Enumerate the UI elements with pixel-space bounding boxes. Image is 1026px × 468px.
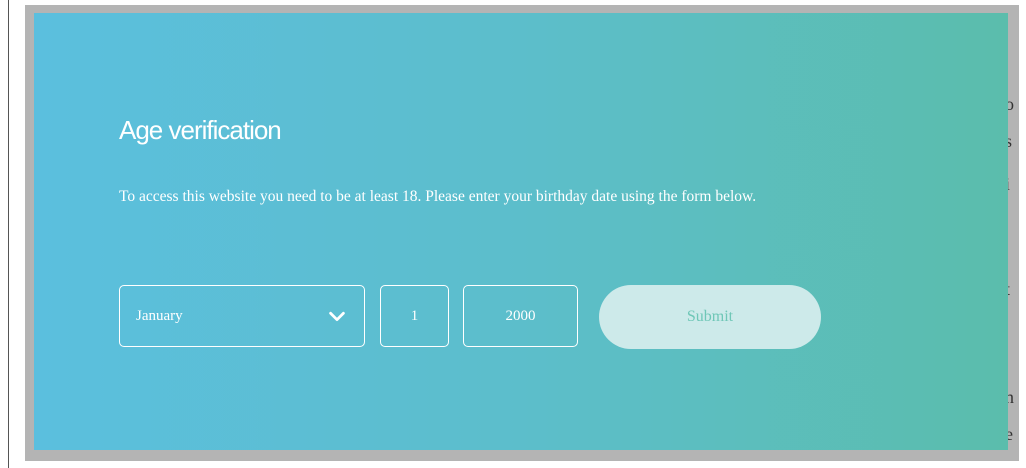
modal-title: Age verification [119, 115, 282, 145]
age-verification-modal: Age verification To access this website … [34, 13, 1008, 450]
modal-description: To access this website you need to be at… [119, 188, 757, 205]
month-select[interactable]: January [119, 285, 365, 347]
year-input[interactable]: 2000 [463, 285, 578, 347]
page-left-border [8, 0, 9, 468]
submit-button-label: Submit [686, 308, 734, 325]
day-input[interactable]: 1 [380, 285, 449, 347]
month-select-value: January [136, 307, 183, 324]
year-input-value: 2000 [505, 307, 536, 324]
day-input-value: 1 [410, 307, 419, 324]
submit-button[interactable]: Submit [599, 285, 821, 349]
chevron-down-icon [329, 311, 345, 322]
page-background: o s i t n e Age verification To access t… [0, 0, 1026, 468]
